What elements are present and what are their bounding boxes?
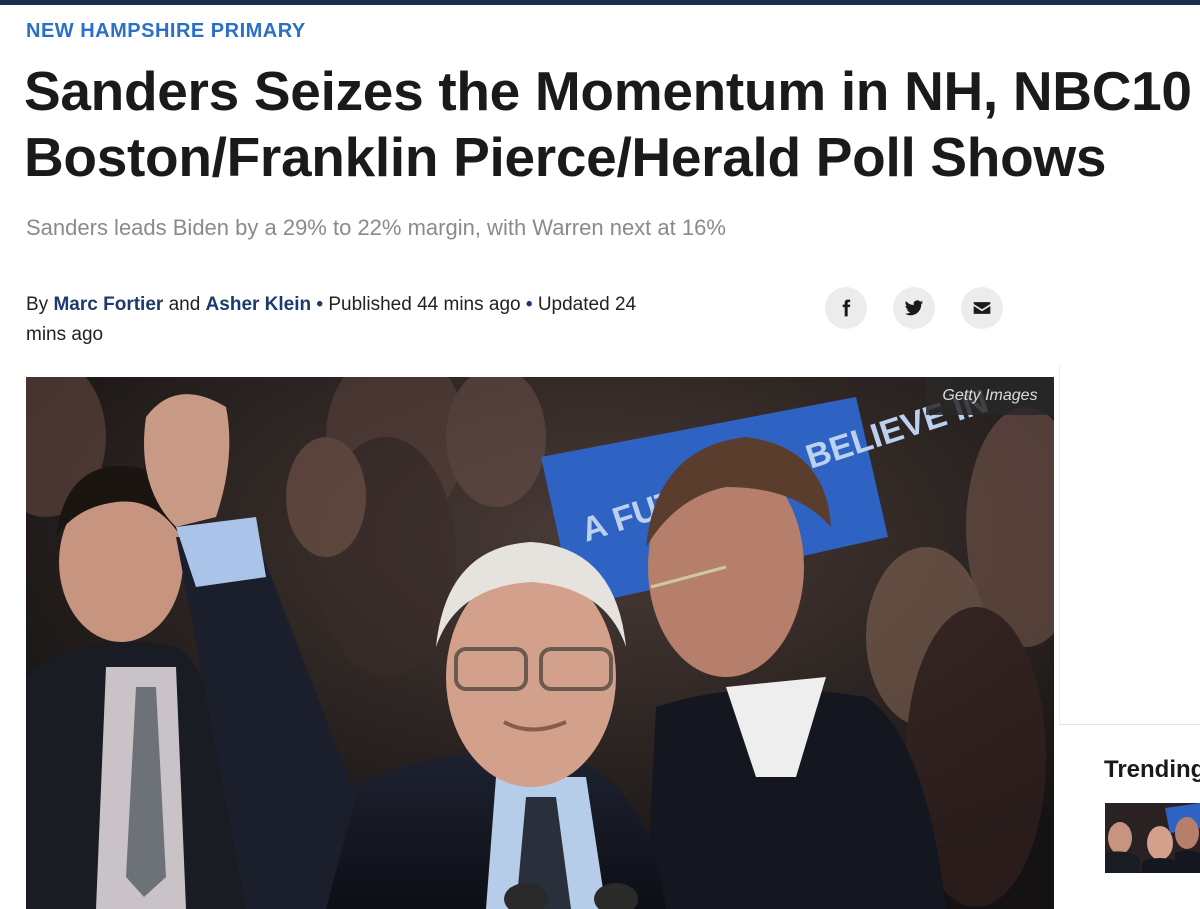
- byline-prefix: By: [26, 294, 49, 315]
- byline-conjunction: and: [168, 294, 201, 315]
- share-buttons: [825, 287, 1003, 329]
- published-time: Published 44 mins ago: [328, 294, 521, 315]
- facebook-icon: [842, 299, 851, 317]
- byline-separator: •: [525, 294, 533, 315]
- sidebar-divider: [1060, 724, 1200, 725]
- twitter-icon: [904, 300, 924, 316]
- trending-thumbnail-image: [1105, 803, 1200, 873]
- section-kicker[interactable]: NEW HAMPSHIRE PRIMARY: [26, 20, 306, 43]
- email-icon: [973, 302, 991, 314]
- trending-thumbnail[interactable]: [1105, 803, 1200, 873]
- facebook-share-button[interactable]: [825, 287, 867, 329]
- trending-heading: Trending: [1104, 756, 1200, 783]
- site-top-bar: [0, 0, 1200, 5]
- email-share-button[interactable]: [961, 287, 1003, 329]
- byline-separator: •: [316, 294, 324, 315]
- photo-credit: Getty Images: [926, 377, 1054, 415]
- rally-photo: A FUTURE TO BELIEVE IN: [26, 377, 1054, 909]
- author-link-marc-fortier[interactable]: Marc Fortier: [53, 294, 163, 315]
- article-headline: Sanders Seizes the Momentum in NH, NBC10…: [24, 60, 1192, 188]
- hero-image: A FUTURE TO BELIEVE IN: [26, 377, 1054, 909]
- author-link-asher-klein[interactable]: Asher Klein: [206, 294, 312, 315]
- twitter-share-button[interactable]: [893, 287, 935, 329]
- article-subheadline: Sanders leads Biden by a 29% to 22% marg…: [26, 215, 726, 240]
- sidebar-divider-vertical: [1059, 366, 1060, 726]
- byline: By Marc Fortier and Asher Klein • Publis…: [26, 290, 676, 350]
